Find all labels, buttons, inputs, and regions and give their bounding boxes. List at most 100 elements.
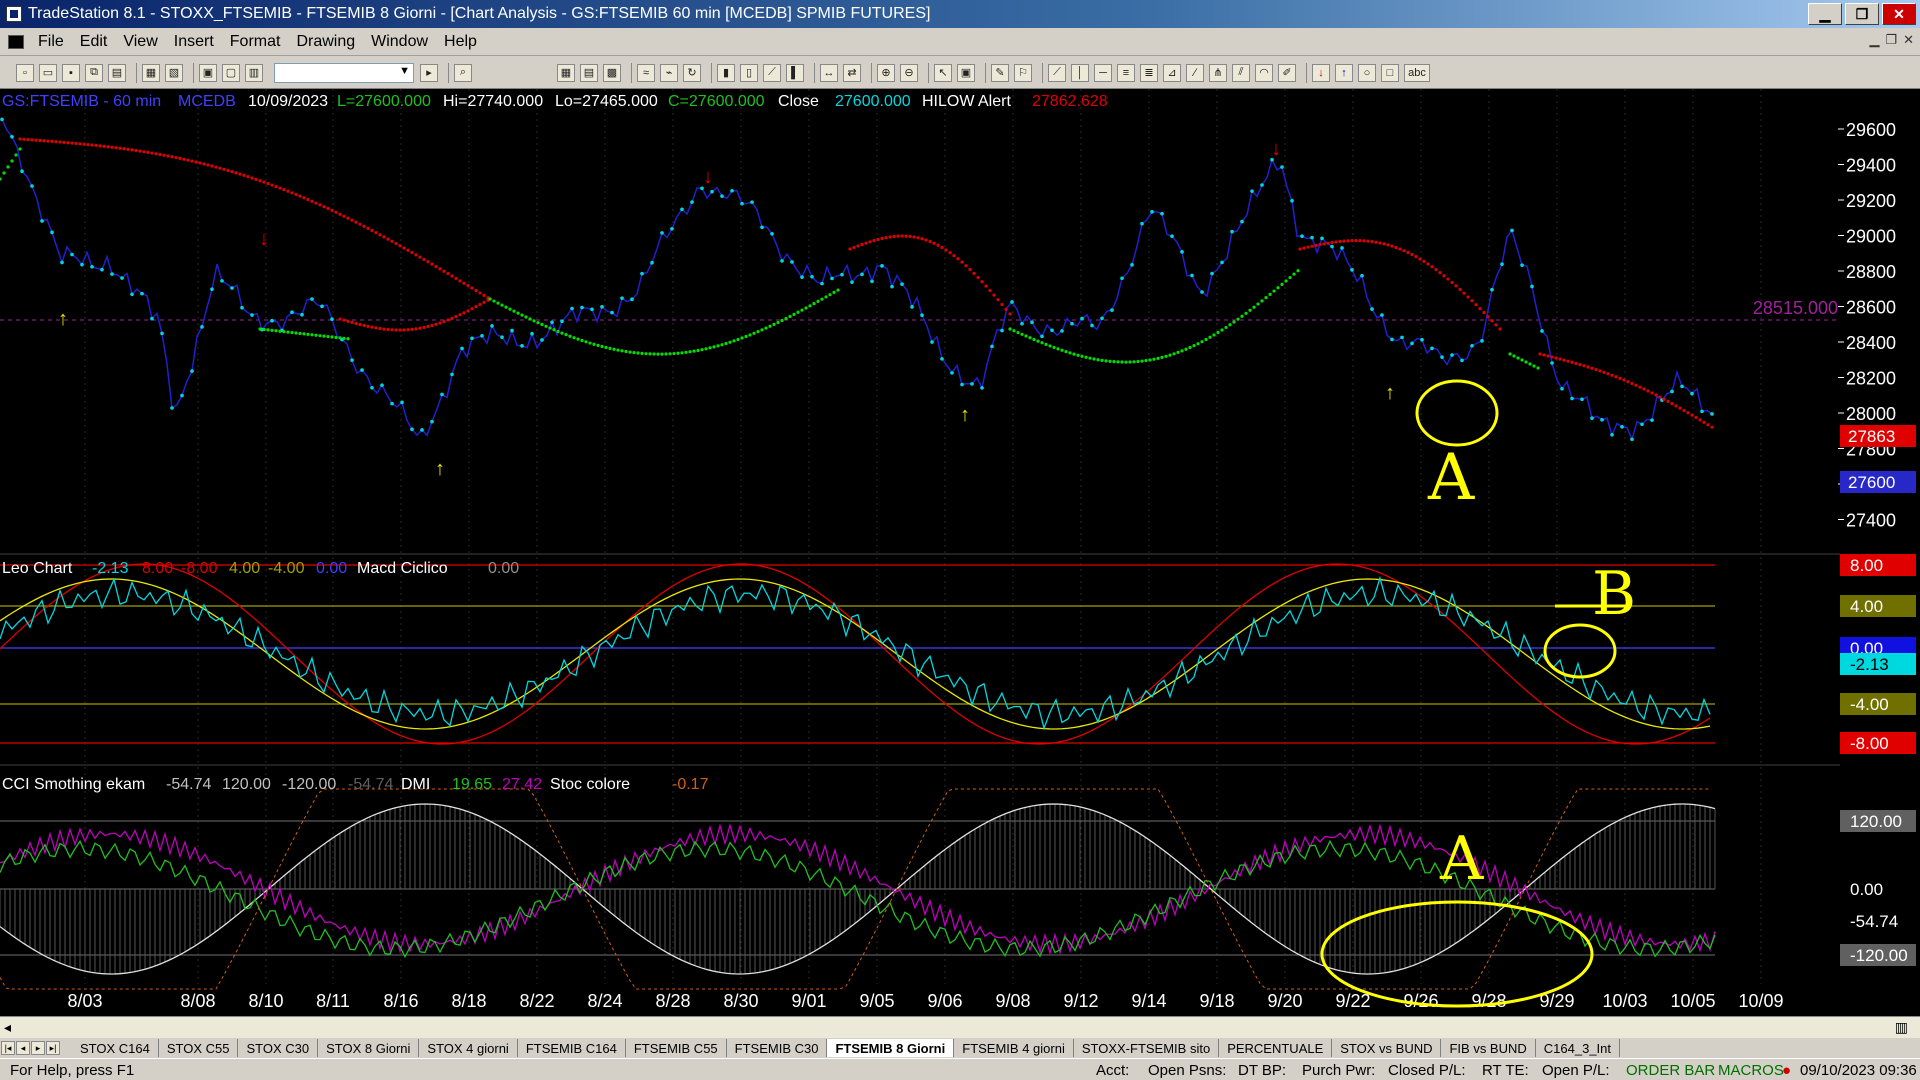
- open-icon[interactable]: ▭: [39, 63, 57, 82]
- speed-icon[interactable]: ⫽: [1232, 63, 1250, 82]
- tab-last-icon[interactable]: ▸|: [46, 1041, 60, 1055]
- chart-icon[interactable]: ▥: [245, 63, 263, 82]
- alert-icon[interactable]: ⚐: [1014, 63, 1032, 82]
- status-order-bar[interactable]: ORDER BAR: [1626, 1062, 1715, 1079]
- refresh-icon[interactable]: ↻: [683, 63, 701, 82]
- menu-drawing[interactable]: Drawing: [288, 33, 363, 51]
- menu-file[interactable]: File: [30, 33, 72, 51]
- calendar-icon[interactable]: ▩: [603, 63, 621, 82]
- pen-icon[interactable]: ✐: [1278, 63, 1296, 82]
- window-icon[interactable]: ▣: [199, 63, 217, 82]
- hilow-green-dot: [1188, 345, 1192, 350]
- price-dot: [240, 305, 244, 310]
- menu-help[interactable]: Help: [436, 33, 485, 51]
- tab-ftsemib-c30[interactable]: FTSEMIB C30: [727, 1039, 828, 1057]
- lock-icon[interactable]: ▢: [222, 63, 240, 82]
- tab-ftsemib-c164[interactable]: FTSEMIB C164: [518, 1039, 626, 1057]
- rectangle-icon[interactable]: □: [1381, 63, 1399, 82]
- tab-ftsemib-c55[interactable]: FTSEMIB C55: [626, 1039, 727, 1057]
- chart-canvas[interactable]: 28515.000 ↑ ↑ ↑ ↑ ↓ ↓ ↓ 8/03 8/08 8/10 8/11 8/16 8/1…: [0, 89, 1920, 1016]
- vline-icon[interactable]: │: [1071, 63, 1089, 82]
- tab-stoxx-ftsemib-sito[interactable]: STOXX-FTSEMIB sito: [1074, 1039, 1220, 1057]
- tools-icon[interactable]: ✎: [991, 63, 1009, 82]
- mdi-minimize-button[interactable]: ▁: [1869, 32, 1879, 48]
- menu-edit[interactable]: Edit: [72, 33, 116, 51]
- space-right-icon[interactable]: ⇄: [843, 63, 861, 82]
- arc-icon[interactable]: ◠: [1255, 63, 1273, 82]
- maximize-button[interactable]: ❐: [1845, 3, 1879, 25]
- chart-analysis-window[interactable]: 28515.000 ↑ ↑ ↑ ↑ ↓ ↓ ↓ 8/03 8/08 8/10 8/11 8/16 8/1…: [0, 89, 1920, 1016]
- tab-percentuale[interactable]: PERCENTUALE: [1219, 1039, 1333, 1057]
- cursor-icon[interactable]: ↖: [934, 63, 952, 82]
- drawing-icon[interactable]: ⟋: [1048, 63, 1066, 82]
- hilow-green-dot: [322, 334, 326, 338]
- channel-icon[interactable]: ≡: [1117, 63, 1135, 82]
- hline-icon[interactable]: ─: [1094, 63, 1112, 82]
- grid-icon[interactable]: ▦: [557, 63, 575, 82]
- new-icon[interactable]: ▫: [16, 63, 34, 82]
- line-chart-icon[interactable]: ⟋: [763, 63, 781, 82]
- tab-stox-c164[interactable]: STOX C164: [72, 1039, 159, 1057]
- zoom-out-icon[interactable]: ⊖: [900, 63, 918, 82]
- mdi-close-button[interactable]: ✕: [1903, 32, 1914, 48]
- menu-view[interactable]: View: [115, 33, 165, 51]
- save-icon[interactable]: ▪: [62, 63, 80, 82]
- x-tick-label: 9/12: [1063, 991, 1098, 1011]
- print-icon[interactable]: ▦: [142, 63, 160, 82]
- symbol-combo[interactable]: [274, 62, 414, 83]
- tab-stox-4giorni[interactable]: STOX 4 giorni: [419, 1039, 518, 1057]
- scroll-left-icon[interactable]: ◂: [4, 1019, 11, 1036]
- chart-doc-icon[interactable]: [8, 34, 24, 49]
- hilow-red-dot: [1538, 352, 1542, 356]
- indicator-icon[interactable]: ≈: [637, 63, 655, 82]
- trend-icon[interactable]: ∕: [1186, 63, 1204, 82]
- hilow-green-dot: [1028, 336, 1032, 340]
- menu-window[interactable]: Window: [363, 33, 436, 51]
- menu-format[interactable]: Format: [222, 33, 289, 51]
- hilow-red-dot: [1674, 404, 1678, 408]
- strategy-icon[interactable]: ⌁: [660, 63, 678, 82]
- data-window-icon[interactable]: ▣: [957, 63, 975, 82]
- tab-stox-vs-bund[interactable]: STOX vs BUND: [1332, 1039, 1442, 1057]
- circle-icon[interactable]: ○: [1358, 63, 1376, 82]
- copy-icon[interactable]: ⧉: [85, 63, 103, 82]
- tab-first-icon[interactable]: |◂: [1, 1041, 15, 1055]
- arrow-up-icon[interactable]: ↓: [1312, 63, 1330, 82]
- tab-stox-8giorni[interactable]: STOX 8 Giorni: [318, 1039, 420, 1057]
- mdi-restore-button[interactable]: ❐: [1885, 32, 1897, 48]
- space-left-icon[interactable]: ↔: [820, 63, 838, 82]
- play-icon[interactable]: ▸: [420, 63, 438, 82]
- tab-c164-3-int[interactable]: C164_3_Int: [1536, 1039, 1621, 1057]
- tab-ftsemib-4giorni[interactable]: FTSEMIB 4 giorni: [954, 1039, 1074, 1057]
- menu-insert[interactable]: Insert: [166, 33, 222, 51]
- paste-icon[interactable]: ▤: [108, 63, 126, 82]
- hilow-green-dot: [1092, 357, 1096, 361]
- text-icon[interactable]: abc: [1404, 63, 1430, 82]
- tab-stox-c55[interactable]: STOX C55: [159, 1039, 239, 1057]
- andrews-icon[interactable]: ⋔: [1209, 63, 1227, 82]
- tab-prev-icon[interactable]: ◂: [16, 1041, 30, 1055]
- bar-chart-icon[interactable]: ▮: [717, 63, 735, 82]
- minimize-button[interactable]: ▁: [1808, 3, 1842, 25]
- scroll-thumb-icon[interactable]: ▥: [1895, 1019, 1908, 1036]
- tab-ftsemib-8giorni[interactable]: FTSEMIB 8 Giorni: [827, 1039, 955, 1057]
- cci-header-text: 27.42: [502, 776, 542, 793]
- print-preview-icon[interactable]: ▧: [165, 63, 183, 82]
- tab-stox-c30[interactable]: STOX C30: [238, 1039, 319, 1057]
- find-icon[interactable]: ⌕: [454, 63, 472, 82]
- fib-icon[interactable]: ≣: [1140, 63, 1158, 82]
- hist-icon[interactable]: ▌: [786, 63, 804, 82]
- hilow-red-dot: [422, 257, 426, 262]
- zoom-icon[interactable]: ⊕: [877, 63, 895, 82]
- status-macros[interactable]: MACROS: [1718, 1062, 1784, 1079]
- table-icon[interactable]: ▤: [580, 63, 598, 82]
- close-button[interactable]: ✕: [1882, 3, 1916, 25]
- candle-icon[interactable]: ▯: [740, 63, 758, 82]
- horizontal-scrollbar[interactable]: ◂ ▥: [0, 1016, 1920, 1038]
- arrow-down-icon[interactable]: ↑: [1335, 63, 1353, 82]
- tab-next-icon[interactable]: ▸: [31, 1041, 45, 1055]
- tab-fib-vs-bund[interactable]: FIB vs BUND: [1441, 1039, 1536, 1057]
- gann-icon[interactable]: ⊿: [1163, 63, 1181, 82]
- hilow-red-dot: [1474, 303, 1478, 307]
- hilow-green-dot: [536, 321, 540, 325]
